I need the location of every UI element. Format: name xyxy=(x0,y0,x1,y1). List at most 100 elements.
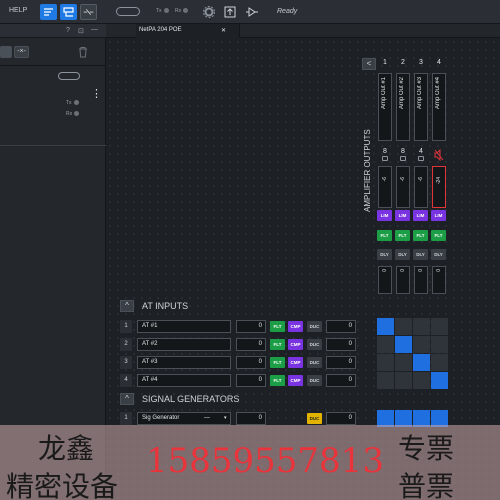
help-menu[interactable]: HELP xyxy=(9,7,27,14)
gear-icon xyxy=(203,6,215,18)
input-route-cell[interactable] xyxy=(413,354,430,371)
input-route-cell[interactable] xyxy=(395,354,412,371)
lim-button[interactable]: LIM xyxy=(413,210,428,221)
output-name-box[interactable]: Amp Out #1 xyxy=(378,73,392,141)
generator-level-field[interactable]: 0 xyxy=(326,412,356,425)
input-cmp-button[interactable]: CMP xyxy=(288,357,303,368)
input-number: 2 xyxy=(120,338,132,351)
input-route-cell[interactable] xyxy=(377,336,394,353)
input-route-cell[interactable] xyxy=(395,372,412,389)
device-entry[interactable]: Tx Rx ⋮ xyxy=(0,66,106,146)
generator-duc-button[interactable]: DUC xyxy=(307,413,322,424)
output-gain-fader[interactable]: -24 xyxy=(432,166,446,208)
input-flt-button[interactable]: FLT xyxy=(270,357,285,368)
mute-icon[interactable] xyxy=(434,148,444,162)
output-gain-fader[interactable]: -6 xyxy=(414,166,428,208)
input-level-field[interactable]: 0 xyxy=(326,338,356,351)
input-level-field[interactable]: 0 xyxy=(326,356,356,369)
search-pill[interactable] xyxy=(116,7,140,16)
input-gain-field[interactable]: 0 xyxy=(236,374,266,387)
input-route-cell[interactable] xyxy=(395,318,412,335)
collapse-generators-button[interactable]: ^ xyxy=(120,393,134,405)
outputs-section-title: AMPLIFIER OUTPUTS xyxy=(363,129,372,212)
input-name-field[interactable]: AT #3 xyxy=(137,356,231,369)
input-route-cell[interactable] xyxy=(431,354,448,371)
lim-button[interactable]: LIM xyxy=(377,210,392,221)
input-name-field[interactable]: AT #2 xyxy=(137,338,231,351)
input-route-cell[interactable] xyxy=(431,372,448,389)
input-route-cell[interactable] xyxy=(413,336,430,353)
input-duc-button[interactable]: DUC xyxy=(307,357,322,368)
tab-netpa[interactable]: NetPA 204 POE ✕ xyxy=(136,24,240,38)
input-level-field[interactable]: 0 xyxy=(326,374,356,387)
input-name-field[interactable]: AT #4 xyxy=(137,374,231,387)
collapse-outputs-button[interactable]: < xyxy=(362,58,376,70)
lim-button[interactable]: LIM xyxy=(395,210,410,221)
input-gain-field[interactable]: 0 xyxy=(236,356,266,369)
output-delay-box[interactable]: 0 xyxy=(396,266,410,294)
output-name-box[interactable]: Amp Out #4 xyxy=(432,73,446,141)
dly-button[interactable]: DLY xyxy=(395,249,410,260)
dly-button[interactable]: DLY xyxy=(413,249,428,260)
input-flt-button[interactable]: FLT xyxy=(270,339,285,350)
input-route-cell[interactable] xyxy=(431,336,448,353)
input-cmp-button[interactable]: CMP xyxy=(288,339,303,350)
input-level-field[interactable]: 0 xyxy=(326,320,356,333)
input-cmp-button[interactable]: CMP xyxy=(288,321,303,332)
input-route-cell[interactable] xyxy=(431,318,448,335)
flt-button[interactable]: FLT xyxy=(431,230,446,241)
unlink-button[interactable]: -×- xyxy=(14,46,29,58)
lim-button[interactable]: LIM xyxy=(431,210,446,221)
speaker-icon xyxy=(418,156,424,161)
input-cmp-button[interactable]: CMP xyxy=(288,375,303,386)
output-delay-box[interactable]: 0 xyxy=(414,266,428,294)
device-button[interactable] xyxy=(0,46,12,58)
input-gain-field[interactable]: 0 xyxy=(236,320,266,333)
output-gain-fader[interactable]: -6 xyxy=(396,166,410,208)
input-route-cell[interactable] xyxy=(377,318,394,335)
input-duc-button[interactable]: DUC xyxy=(307,375,322,386)
input-flt-button[interactable]: FLT xyxy=(270,375,285,386)
more-options-icon[interactable]: ⋮ xyxy=(91,89,102,100)
output-delay-box[interactable]: 0 xyxy=(432,266,446,294)
input-route-cell[interactable] xyxy=(395,336,412,353)
settings-button[interactable] xyxy=(202,5,216,19)
help-icon[interactable]: ? xyxy=(66,27,70,34)
delete-button[interactable] xyxy=(78,45,88,58)
input-route-cell[interactable] xyxy=(413,372,430,389)
output-name-box[interactable]: Amp Out #3 xyxy=(414,73,428,141)
input-duc-button[interactable]: DUC xyxy=(307,339,322,350)
upload-button[interactable] xyxy=(223,5,237,19)
flt-button[interactable]: FLT xyxy=(377,230,392,241)
dly-button[interactable]: DLY xyxy=(431,249,446,260)
output-delay-box[interactable]: 0 xyxy=(378,266,392,294)
layout-button[interactable] xyxy=(60,4,77,20)
collapse-inputs-button[interactable]: ^ xyxy=(120,300,134,312)
input-duc-button[interactable]: DUC xyxy=(307,321,322,332)
output-name: Amp Out #1 xyxy=(381,77,387,110)
input-route-cell[interactable] xyxy=(377,372,394,389)
output-gain-fader[interactable]: -6 xyxy=(378,166,392,208)
dly-button[interactable]: DLY xyxy=(377,249,392,260)
minimize-icon[interactable]: — xyxy=(91,26,98,33)
input-gain-field[interactable]: 0 xyxy=(236,338,266,351)
close-tab-icon[interactable]: ✕ xyxy=(221,27,226,34)
generator-select[interactable]: Sig Generator — ▾ xyxy=(137,412,231,425)
output-number: 1 xyxy=(383,59,387,66)
output-load: 8 xyxy=(383,148,387,155)
input-route-cell[interactable] xyxy=(377,354,394,371)
flt-button[interactable]: FLT xyxy=(395,230,410,241)
input-number: 4 xyxy=(120,374,132,387)
signal-button[interactable] xyxy=(244,5,260,19)
device-name-pill[interactable] xyxy=(58,72,80,80)
input-route-cell[interactable] xyxy=(413,318,430,335)
input-flt-button[interactable]: FLT xyxy=(270,321,285,332)
disconnect-button[interactable] xyxy=(80,4,97,20)
output-gain-value: -6 xyxy=(400,177,406,182)
input-name-field[interactable]: AT #1 xyxy=(137,320,231,333)
pin-icon[interactable]: ⊡ xyxy=(78,27,84,35)
flt-button[interactable]: FLT xyxy=(413,230,428,241)
output-name-box[interactable]: Amp Out #2 xyxy=(396,73,410,141)
generator-gain-field[interactable]: 0 xyxy=(236,412,266,425)
sort-button[interactable] xyxy=(40,4,57,20)
